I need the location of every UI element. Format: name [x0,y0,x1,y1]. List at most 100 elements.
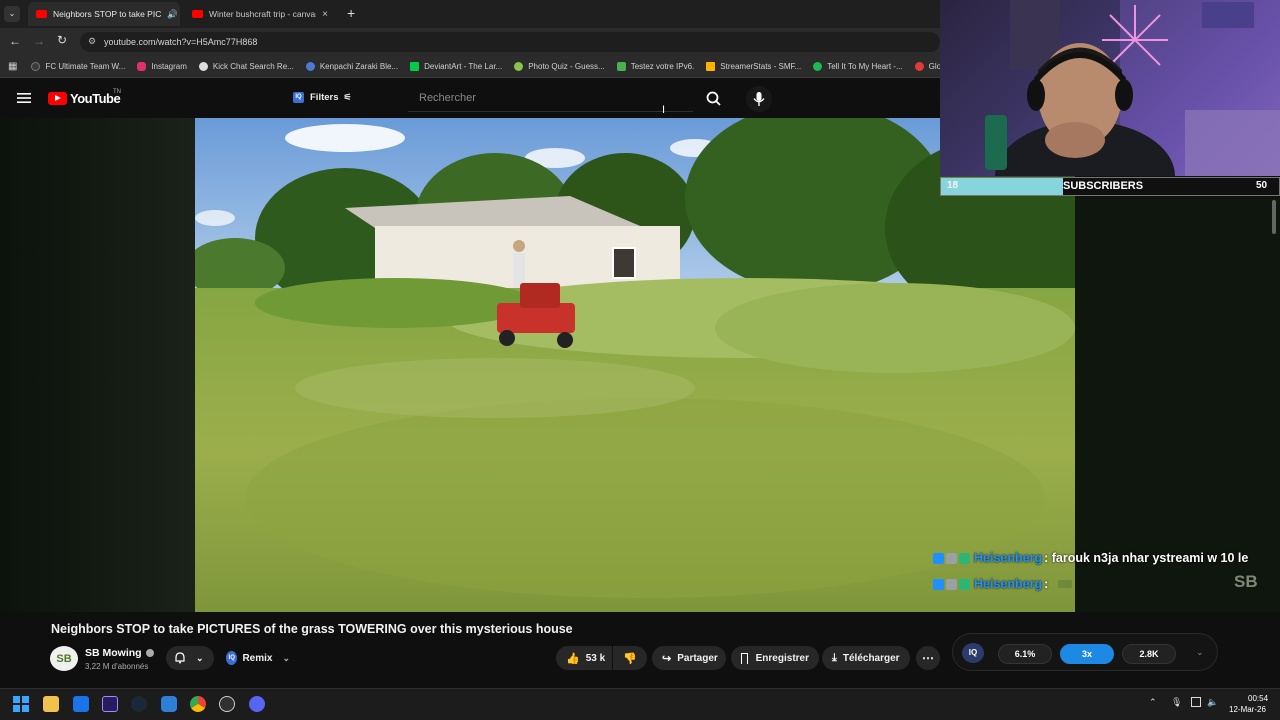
bookmark-item[interactable]: Instagram [137,62,187,71]
chevron-down-icon[interactable]: ⌄ [1196,647,1204,658]
menu-icon[interactable] [17,92,31,104]
close-tab-icon[interactable]: × [322,9,328,20]
chat-text: : farouk n3ja nhar ystreami w 10 le [1044,551,1249,565]
video-side-backdrop [0,118,195,612]
file-explorer-icon[interactable] [43,696,59,712]
youtube-logo-icon[interactable] [48,92,67,105]
chat-badge-icon [959,552,970,564]
bookmark-item[interactable]: FC Ultimate Team W... [31,62,125,71]
bookmark-item[interactable]: StreamerStats - SMF... [706,62,801,71]
url-bar[interactable]: ⚙ youtube.com/watch?v=H5Amc77H868 [80,32,940,52]
site-info-icon[interactable]: ⚙ [88,36,96,47]
subscriber-count: 18 [947,180,959,191]
emote-icon [1058,580,1073,588]
page-scrollbar[interactable] [1272,200,1276,234]
video-title: Neighbors STOP to take PICTURES of the g… [51,622,573,636]
youtube-region-code: TN [113,89,121,95]
bookmarks-bar: ▦ FC Ultimate Team W... Instagram Kick C… [0,56,940,78]
tab-list-button[interactable]: ⌄ [4,6,20,22]
bookmark-item[interactable]: DeviantArt - The Lar... [410,62,502,71]
remix-button[interactable]: IQ Remix ⌄ [222,646,294,670]
iq-logo-icon[interactable]: IQ [962,643,984,663]
app-icon[interactable] [161,696,177,712]
bookmark-item[interactable]: Globa [914,62,940,71]
premiere-icon[interactable] [102,696,118,712]
chat-badge-icon [946,552,957,564]
chat-message: Heisenberg : farouk n3ja nhar ystreami w… [933,548,1248,568]
share-icon: ↪ [662,652,672,665]
outlook-icon[interactable] [73,696,89,712]
filters-button[interactable]: IQ Filters ⚟ [293,92,352,103]
network-icon[interactable] [1191,697,1201,707]
iq-stat-views[interactable]: 2.8K [1122,644,1176,664]
reload-icon[interactable]: ↻ [57,33,67,47]
new-tab-button[interactable]: + [347,5,355,21]
sliders-icon: ⚟ [343,92,352,102]
chat-text: : [1044,577,1049,591]
chrome-icon[interactable] [190,696,206,712]
forward-icon[interactable]: → [33,34,45,48]
iq-stat-percent[interactable]: 6.1% [998,644,1052,664]
filters-label: Filters [310,92,339,103]
voice-search-button[interactable] [746,86,772,112]
windows-start-icon[interactable] [13,696,29,712]
tab-winter-bushcraft[interactable]: Winter bushcraft trip - canvas h × [184,2,336,26]
url-text: youtube.com/watch?v=H5Amc77H868 [104,37,258,47]
chat-badge-icon [933,552,944,564]
check-icon [616,62,626,71]
chevron-down-icon: ⌄ [282,652,290,663]
apps-grid-icon[interactable]: ▦ [8,61,17,72]
like-button[interactable]: 👍 53 k [556,646,612,670]
webcam-feed [940,0,1280,176]
streamer-camera-image [985,0,1280,176]
bookmark-icon [305,62,315,71]
dislike-button[interactable]: 👎 [613,646,647,670]
microphone-tray-icon[interactable]: 🎙 [1171,697,1182,708]
bookmark-item[interactable]: Testez votre IPv6. [616,62,694,71]
steam-icon[interactable] [131,696,147,712]
subscriber-goal-fill [941,178,1063,195]
bookmark-item[interactable]: Kenpachi Zaraki Ble... [305,62,398,71]
channel-avatar[interactable]: SB [50,646,78,671]
bookmark-icon [514,62,524,71]
subscribe-bell-button[interactable]: ⌄ [166,646,214,670]
back-icon[interactable]: ← [9,34,21,48]
globe-icon [198,62,208,71]
bookmark-icon [741,652,748,664]
taskbar-time[interactable]: 00:54 [1248,694,1268,703]
thumbs-down-icon: 👎 [623,652,637,665]
chat-message: Heisenberg : [933,574,1073,594]
channel-name[interactable]: SB Mowing [85,647,154,659]
chat-badge-icon [946,578,957,590]
tab-neighbors[interactable]: Neighbors STOP to take PIC 🔊 × [28,2,180,26]
volume-icon[interactable]: 🔈 [1207,697,1218,708]
bookmark-item[interactable]: Photo Quiz - Guess... [514,62,605,71]
obs-icon[interactable] [219,696,235,712]
text-cursor-icon: I [662,104,666,116]
more-actions-button[interactable]: ⋯ [916,646,940,670]
search-button[interactable] [694,86,734,112]
search-input[interactable]: Rechercher [408,86,693,112]
bookmark-item[interactable]: Kick Chat Search Re... [198,62,294,71]
chat-badge-icon [933,578,944,590]
chat-badge-icon [959,578,970,590]
more-icon: ⋯ [922,651,934,665]
iq-logo-icon: IQ [226,651,238,665]
subscriber-goal: 50 [1256,180,1268,191]
bell-icon [175,652,185,664]
discord-icon[interactable] [249,696,265,712]
save-button[interactable]: Enregistrer [731,646,819,670]
iq-stat-multiplier[interactable]: 3x [1060,644,1114,664]
tray-overflow-icon[interactable]: ⌃ [1149,697,1157,708]
deviantart-icon [410,62,420,71]
share-button[interactable]: ↪ Partager [652,646,726,670]
verified-icon [145,649,154,657]
audio-icon[interactable]: 🔊 [167,9,178,20]
stats-icon [706,62,716,71]
bookmark-item[interactable]: Tell It To My Heart -... [813,62,903,71]
bookmark-icon [914,62,924,71]
download-button[interactable]: ⤓ Télécharger [822,646,910,670]
chevron-down-icon: ⌄ [196,652,204,663]
bookmark-icon [31,62,41,71]
taskbar-date[interactable]: 12-Mar-26 [1229,705,1266,714]
